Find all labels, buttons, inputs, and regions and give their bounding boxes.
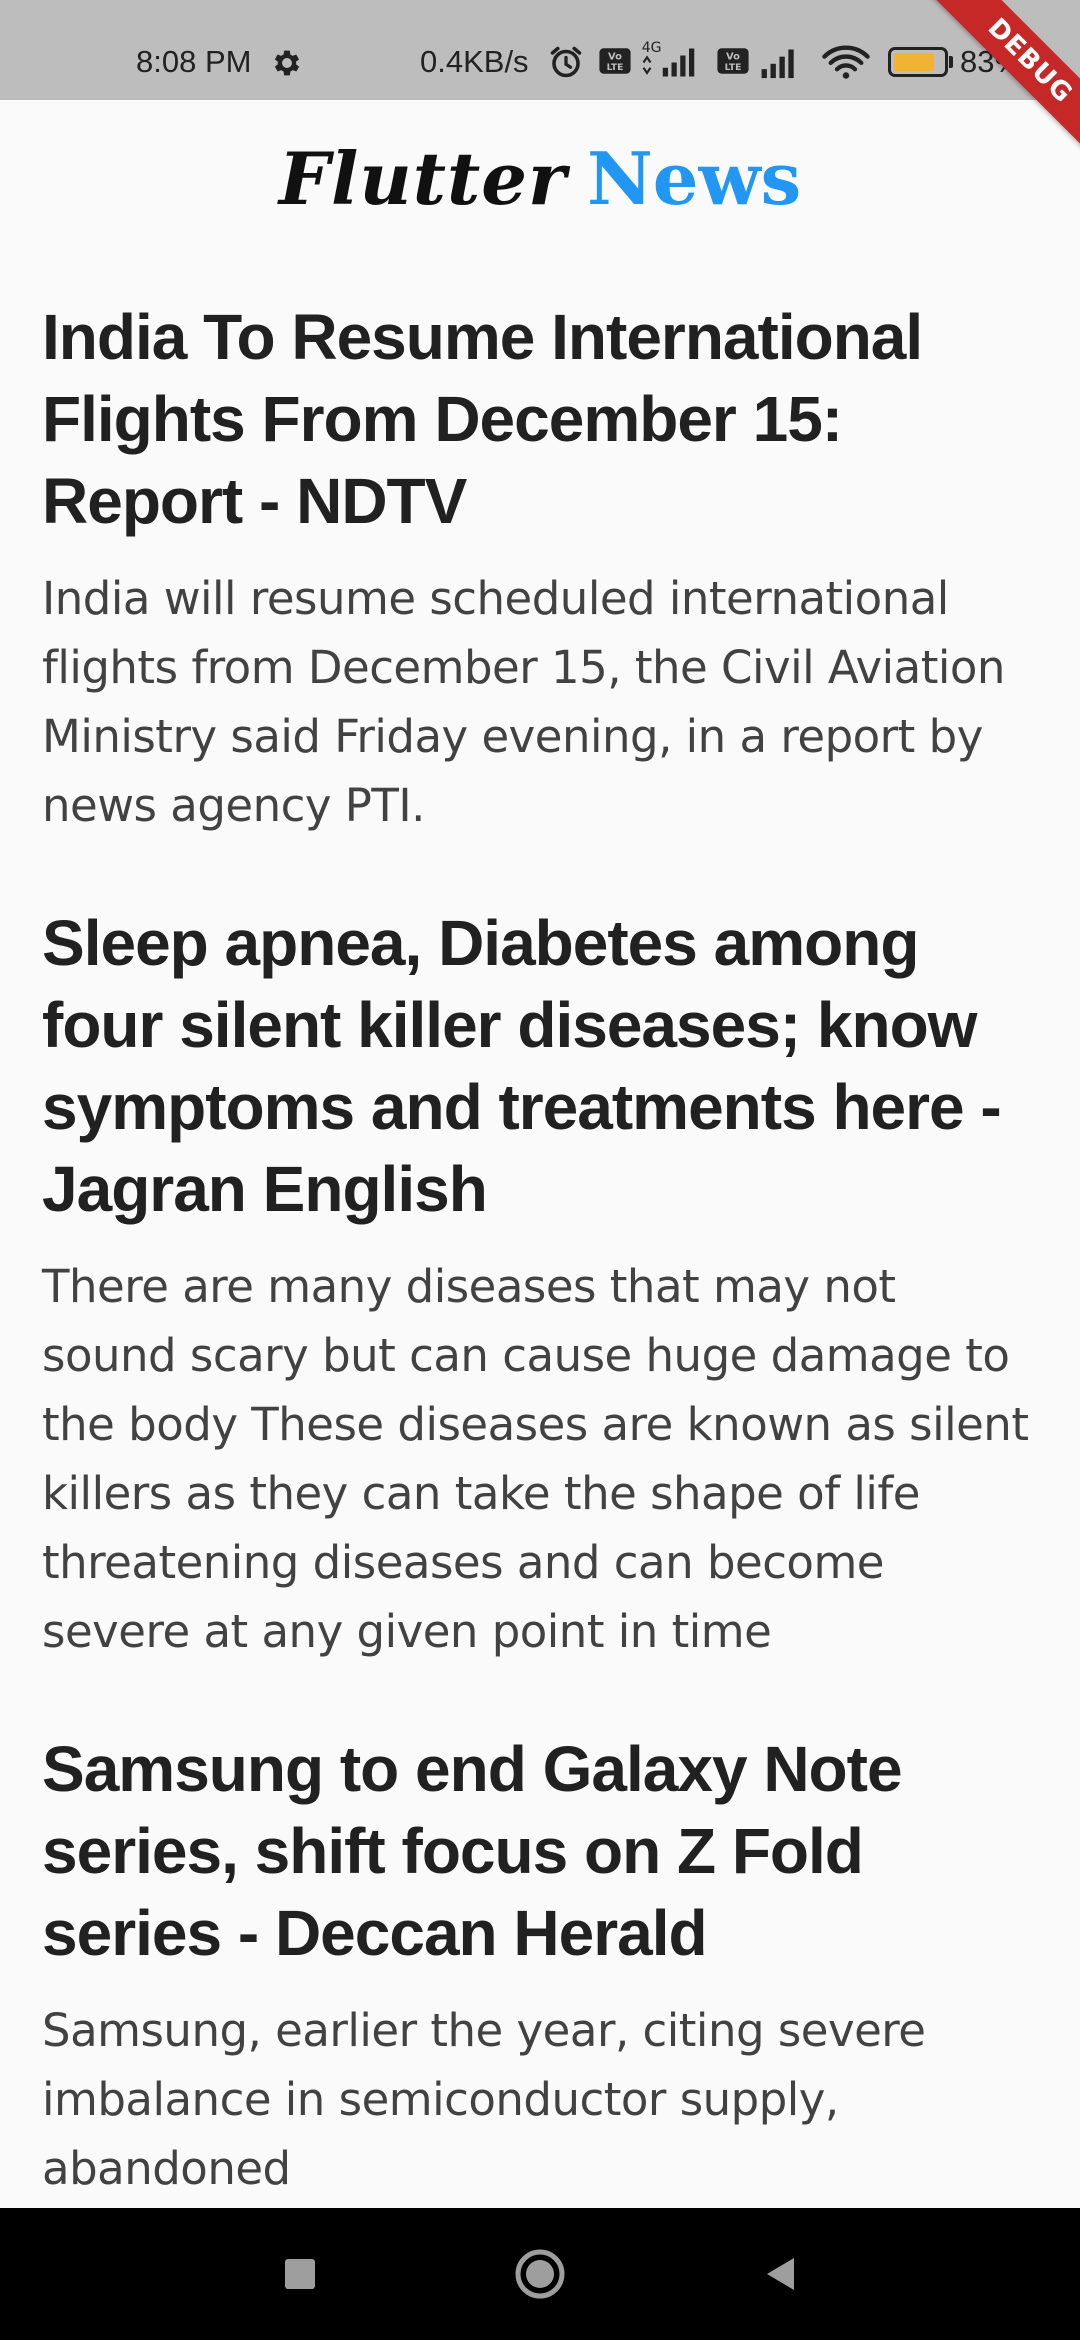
app-title: Flutter News [0,134,1080,225]
status-bar: 8:08 PM 0.4KB/s Vo LTE 4G Vo LTE 83% [0,0,1080,100]
article-title[interactable]: Sleep apnea, Diabetes among four silent … [42,902,1042,1230]
svg-text:LTE: LTE [725,62,742,73]
app-title-news: News [586,136,802,221]
svg-text:Vo: Vo [608,52,622,63]
news-article[interactable]: India To Resume International Flights Fr… [42,296,1042,840]
recents-button[interactable] [220,2208,380,2340]
signal-icon-2 [758,44,808,79]
app-title-flutter: Flutter [278,136,567,221]
home-button[interactable] [460,2208,620,2340]
alarm-icon [548,44,584,78]
news-article[interactable]: Sleep apnea, Diabetes among four silent … [42,902,1042,1666]
wifi-icon [820,44,872,79]
home-circle-icon [515,2249,565,2299]
article-description: India will resume scheduled internationa… [42,572,1005,832]
news-article[interactable]: Samsung to end Galaxy Note series, shift… [42,1728,1042,2203]
network-speed: 0.4KB/s [420,44,529,79]
volte-icon-2: Vo LTE [716,44,750,78]
system-nav-bar [0,2208,1080,2340]
battery-icon [888,47,948,77]
article-description: There are many diseases that may not sou… [42,1260,1029,1658]
back-button[interactable] [700,2208,860,2340]
article-title[interactable]: Samsung to end Galaxy Note series, shift… [42,1728,1042,1974]
screen: 8:08 PM 0.4KB/s Vo LTE 4G Vo LTE 83% DEBUG [0,0,1080,2340]
article-title[interactable]: India To Resume International Flights Fr… [42,296,1042,542]
svg-text:LTE: LTE [607,62,624,73]
back-triangle-icon [767,2258,794,2290]
status-time: 8:08 PM [136,44,252,79]
battery-tip [949,56,953,68]
news-feed[interactable]: India To Resume International Flights Fr… [42,296,1042,2265]
volte-icon: Vo LTE [598,44,632,78]
svg-text:Vo: Vo [726,52,740,63]
gear-icon [270,46,304,80]
battery-level-fill [894,53,934,71]
svg-text:4G: 4G [642,40,662,56]
signal-icon: 4G [640,38,710,77]
article-description: Samsung, earlier the year, citing severe… [42,2004,926,2195]
recents-square-icon [285,2259,315,2289]
